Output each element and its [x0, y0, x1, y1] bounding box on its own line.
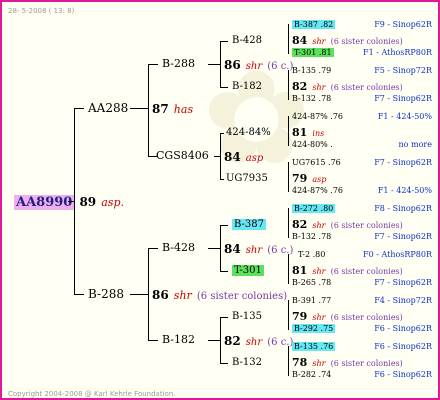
connector: [148, 340, 158, 341]
connector: [220, 179, 224, 180]
gen1-top-score: 87 has: [152, 102, 194, 116]
connector: [148, 248, 158, 249]
gen4-source: F5 - Sinop72R: [374, 66, 432, 75]
connector: [74, 108, 84, 109]
gen4-source: F6 - Sinop62R: [374, 370, 432, 379]
header-date: 28- 5-2008 ( 13: 8): [8, 7, 75, 15]
connector: [220, 363, 228, 364]
gen4-score: 81 ins: [292, 126, 325, 139]
gen4-source: F1 - AthosRP80R: [363, 48, 432, 57]
connector: [130, 108, 149, 109]
connector: [208, 248, 221, 249]
gen2-a-name[interactable]: B-288: [162, 58, 195, 70]
gen4-source: F8 - Sinop62R: [374, 204, 432, 213]
gen3-node[interactable]: B-135: [232, 311, 262, 323]
gen2-d-name[interactable]: B-182: [162, 334, 195, 346]
gen4-score: 82 shr (6 sister colonies): [292, 218, 403, 231]
connector: [74, 294, 84, 295]
connector: [130, 294, 149, 295]
connector: [148, 64, 149, 156]
connector: [208, 340, 221, 341]
gen2-b-name[interactable]: CGS8406: [156, 150, 209, 162]
gen4-source: F9 - Sinop62R: [374, 20, 432, 29]
gen3-node[interactable]: B-132: [232, 357, 262, 369]
root-race: asp.: [101, 196, 124, 209]
gen4-source: F1 - 424-50%: [377, 112, 432, 121]
gen4-source: F7 - Sinop62R: [374, 158, 432, 167]
gen4-source: F7 - Sinop62R: [374, 232, 432, 241]
gen3-node[interactable]: B-428: [232, 35, 262, 47]
gen3-node[interactable]: B-182: [232, 81, 262, 93]
root-score: 89: [79, 195, 97, 209]
gen4-score: 79 shr (6 sister colonies): [292, 310, 403, 323]
gen1-bottom-score: 86 shr (6 sister colonies): [152, 288, 288, 302]
gen2-b-score: 84 asp: [224, 150, 264, 164]
gen4-score: 82 shr (6 sister colonies): [292, 80, 403, 93]
copyright-footer: Copyright 2004-2008 @ Karl Kehrle Founda…: [8, 390, 176, 398]
gen4-source: F6 - Sinop62R: [374, 342, 432, 351]
connector: [208, 64, 221, 65]
gen1-top-name[interactable]: AA288: [88, 102, 128, 114]
gen4-source: F7 - Sinop62R: [374, 94, 432, 103]
connector: [220, 133, 224, 134]
gen4-source: F7 - Sinop62R: [374, 278, 432, 287]
gen3-node[interactable]: B-387: [232, 219, 266, 231]
root-node[interactable]: AA8990 89 asp.: [14, 195, 124, 210]
gen4-score: 78 shr (6 sister colonies): [292, 356, 403, 369]
gen4-source: no more: [398, 140, 432, 149]
pedigree-chart: ✿ 28- 5-2008 ( 13: 8) AA8990 89 asp. AA2…: [0, 0, 440, 400]
gen4-score: 81 shr (6 sister colonies): [292, 264, 403, 277]
gen4-source: F4 - Sinop72R: [374, 296, 432, 305]
gen4-source: F1 - 424-50%: [377, 186, 432, 195]
connector: [68, 201, 75, 202]
gen4-score: 84 shr (6 sister colonies): [292, 34, 403, 47]
connector: [220, 87, 228, 88]
gen3-node[interactable]: UG7935: [226, 173, 268, 185]
connector: [148, 64, 158, 65]
gen3-node[interactable]: T-301: [232, 265, 264, 277]
gen4-score: 79 asp: [292, 172, 327, 185]
gen4-source: F0 - AthosRP80R: [363, 250, 432, 259]
connector: [220, 41, 228, 42]
connector: [220, 271, 228, 272]
gen4-source: F6 - Sinop62R: [374, 324, 432, 333]
root-name: AA8990: [14, 195, 75, 210]
gen3-node[interactable]: 424-84%: [226, 127, 271, 139]
gen1-bottom-name[interactable]: B-288: [88, 288, 124, 300]
gen2-c-name[interactable]: B-428: [162, 242, 195, 254]
connector: [220, 225, 228, 226]
connector: [214, 156, 221, 157]
connector: [220, 317, 228, 318]
